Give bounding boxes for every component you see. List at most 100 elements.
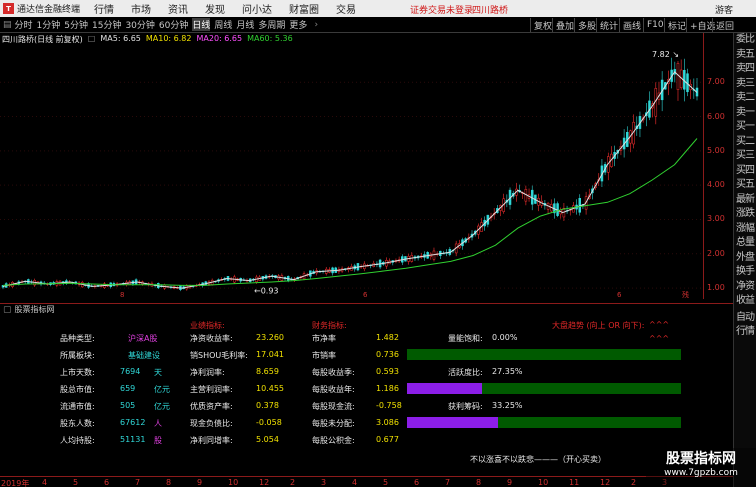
finance-value: 0.736 <box>376 350 399 359</box>
info-unit: 人 <box>154 419 162 428</box>
chevron-right-icon[interactable]: › <box>314 20 318 30</box>
period-intraday[interactable]: 分时 <box>15 18 33 31</box>
kline-chart[interactable]: 7.82 ↘ ←0.93 8 6 6 残 <box>0 33 703 299</box>
ratio-value: 27.35% <box>492 367 523 376</box>
collapse-icon[interactable]: ▢ <box>3 305 12 315</box>
performance-label: 现金负债比: <box>190 419 233 428</box>
finance-label: 每股收益年: <box>312 385 355 394</box>
finance-value: 0.677 <box>376 435 399 444</box>
candle <box>537 193 540 212</box>
menu-bar: T 通达信金融终端 行情 市场 资讯 发现 问小达 财富圈 交易 证券交易未登录… <box>0 0 756 17</box>
info-label: 品种类型: <box>60 334 95 343</box>
candle <box>556 201 559 218</box>
menu-item-market-quotes[interactable]: 行情 <box>94 1 114 16</box>
finance-label: 市净率 <box>312 334 336 343</box>
finance-label: 每股收益季: <box>312 368 355 377</box>
stats-button[interactable]: 统计 <box>596 18 621 32</box>
candle <box>239 277 242 284</box>
layout-icon[interactable]: ▤ <box>3 20 12 30</box>
performance-label: 净利润率: <box>190 368 225 377</box>
period-15min[interactable]: 15分钟 <box>92 18 121 31</box>
side-tab[interactable]: 卖一 <box>734 106 756 121</box>
date-tick-label: 7 <box>445 478 451 487</box>
finance-value: 1.186 <box>376 384 399 393</box>
info-unit: 股 <box>154 436 162 445</box>
candle <box>439 250 442 259</box>
side-tab[interactable]: 买四 <box>734 164 756 179</box>
motto-text: 不以涨喜不以跌悲———（开心买卖） <box>470 455 606 464</box>
finance-value: 0.593 <box>376 367 399 376</box>
side-tab[interactable]: 行情 <box>734 325 756 340</box>
info-value: 505 <box>120 401 136 410</box>
info-label: 所属板块: <box>60 351 95 360</box>
date-tick-label: 7 <box>135 478 141 487</box>
performance-value: 0.378 <box>256 401 279 410</box>
watermark: 股票指标网 www.7gpzb.com <box>646 448 756 487</box>
candle <box>350 263 353 271</box>
ratio-label: 量能饱和: <box>448 334 483 343</box>
candle <box>527 188 531 202</box>
price-tick-label: 3.00 <box>707 214 725 224</box>
side-tab[interactable]: 自动 <box>734 311 756 326</box>
ratio-bar <box>407 383 681 394</box>
side-tab[interactable]: 外盘 <box>734 251 756 266</box>
guest-label[interactable]: 游客 <box>715 3 733 16</box>
menu-item-news[interactable]: 资讯 <box>168 1 188 16</box>
candle <box>416 255 420 261</box>
chart-marker: 残 <box>682 290 689 299</box>
performance-value: 23.260 <box>256 333 284 342</box>
side-tab[interactable]: 委比 <box>734 33 756 48</box>
candle <box>607 152 610 181</box>
back-button[interactable]: 返回 <box>712 18 737 32</box>
period-60min[interactable]: 60分钟 <box>159 18 188 31</box>
candle <box>629 129 632 153</box>
candle <box>679 59 683 90</box>
draw-button[interactable]: 画线 <box>619 18 644 32</box>
candle <box>546 201 550 215</box>
side-tab[interactable]: 收益 <box>734 294 756 309</box>
side-tab[interactable]: 卖五 <box>734 48 756 63</box>
side-tab[interactable]: 卖三 <box>734 77 756 92</box>
side-tab[interactable]: 涨跌 <box>734 207 756 222</box>
period-5min[interactable]: 5分钟 <box>64 18 88 31</box>
period-weekly[interactable]: 周线 <box>214 18 232 31</box>
side-tab[interactable]: 换手 <box>734 265 756 280</box>
side-tab[interactable]: 买五 <box>734 178 756 193</box>
side-tab[interactable]: 涨幅 <box>734 222 756 237</box>
period-1min[interactable]: 1分钟 <box>37 18 61 31</box>
side-tab[interactable]: 买一 <box>734 120 756 135</box>
candle <box>388 258 391 265</box>
candle <box>496 204 499 214</box>
candle <box>372 260 376 268</box>
period-daily[interactable]: 日线 <box>192 18 211 31</box>
finance-label: 每股现金流: <box>312 402 355 411</box>
side-tab[interactable]: 卖二 <box>734 91 756 106</box>
menu-item-market[interactable]: 市场 <box>131 1 151 16</box>
ratio-value: 33.25% <box>492 401 523 410</box>
menu-item-trade[interactable]: 交易 <box>336 1 356 16</box>
side-tab[interactable]: 买三 <box>734 149 756 164</box>
menu-item-discover[interactable]: 发现 <box>205 1 225 16</box>
date-axis: 2019年 4 5 6 7 8 9 10 12 2 3 4 5 6 7 8 9 10 11 12 2 3 <box>0 476 733 487</box>
period-more[interactable]: 更多 <box>289 18 307 31</box>
finance-value: 1.482 <box>376 333 399 342</box>
side-tab[interactable]: 卖四 <box>734 62 756 77</box>
price-tick-label: 6.00 <box>707 111 725 121</box>
info-label: 人均持股: <box>60 436 95 445</box>
finance-value: 3.086 <box>376 418 399 427</box>
period-monthly[interactable]: 月线 <box>236 18 254 31</box>
login-alert[interactable]: 证券交易未登录 <box>410 3 473 16</box>
trend-mark-2: ^^^ <box>649 334 670 343</box>
date-tick-label: 5 <box>73 478 79 487</box>
performance-value: 5.054 <box>256 435 279 444</box>
info-unit: 天 <box>154 368 162 377</box>
side-tab[interactable]: 净资 <box>734 280 756 295</box>
menu-item-wealth[interactable]: 财富圈 <box>289 1 319 16</box>
menu-item-ask[interactable]: 问小达 <box>242 1 272 16</box>
period-multi[interactable]: 多周期 <box>258 18 285 31</box>
side-tab[interactable]: 总量 <box>734 236 756 251</box>
period-30min[interactable]: 30分钟 <box>125 18 154 31</box>
side-tab[interactable]: 买二 <box>734 135 756 150</box>
side-tab[interactable]: 最新 <box>734 193 756 208</box>
indicator-title: 股票指标网 <box>14 305 55 314</box>
